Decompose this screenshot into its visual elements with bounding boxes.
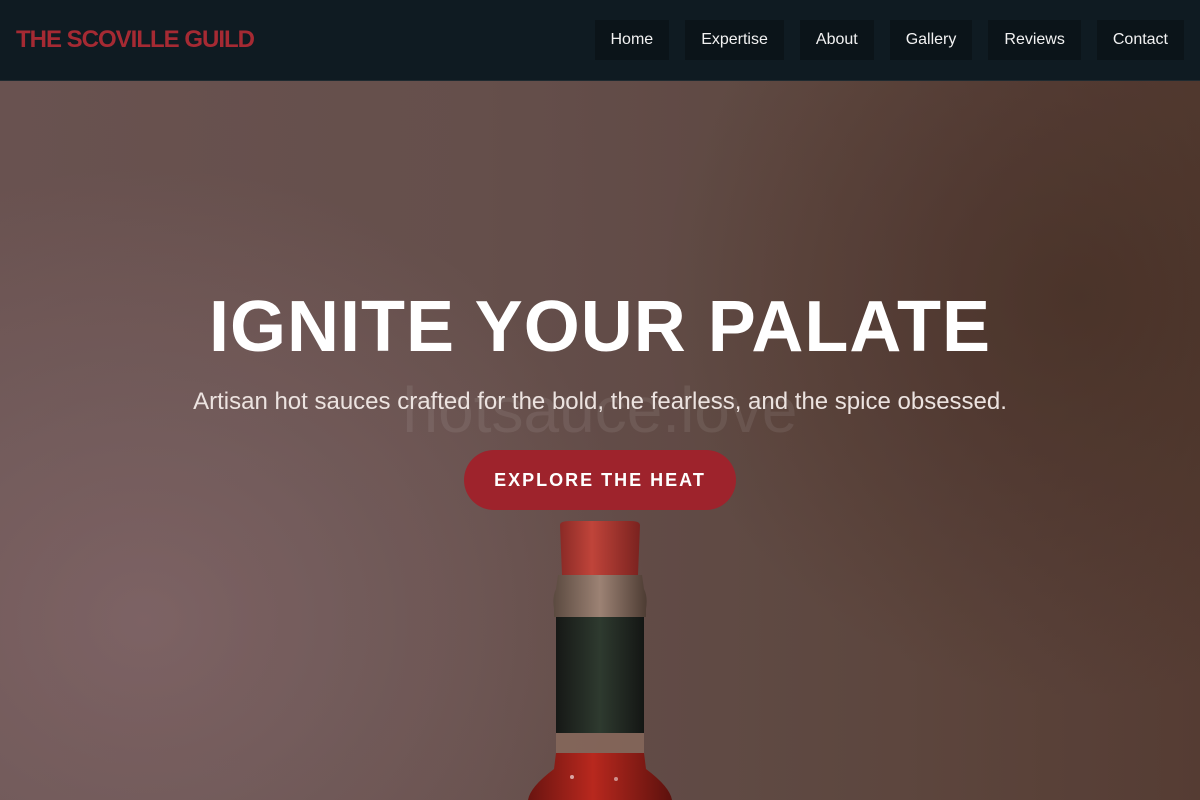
main-nav: Home Expertise About Gallery Reviews Con… xyxy=(594,20,1184,60)
hero-subtitle: Artisan hot sauces crafted for the bold,… xyxy=(193,388,1007,415)
nav-contact[interactable]: Contact xyxy=(1096,20,1184,60)
nav-reviews[interactable]: Reviews xyxy=(988,20,1081,60)
nav-home[interactable]: Home xyxy=(594,20,670,60)
nav-gallery[interactable]: Gallery xyxy=(889,20,973,60)
bottle-cap xyxy=(560,521,640,575)
hero-title: IGNITE YOUR PALATE xyxy=(208,287,992,367)
nav-expertise[interactable]: Expertise xyxy=(685,20,784,60)
site-header: THE SCOVILLE GUILD Home Expertise About … xyxy=(0,0,1200,81)
hot-sauce-bottle-image xyxy=(528,521,672,800)
explore-heat-button[interactable]: EXPLORE THE HEAT xyxy=(464,450,736,510)
bottle-body xyxy=(528,753,672,800)
hero-section: hotsauce.love IGNITE YOUR PALATE Artisan… xyxy=(0,81,1200,800)
bottle-label-band xyxy=(556,617,644,733)
site-logo[interactable]: THE SCOVILLE GUILD xyxy=(16,26,255,54)
bottle-neck xyxy=(553,575,647,617)
nav-about[interactable]: About xyxy=(799,20,874,60)
